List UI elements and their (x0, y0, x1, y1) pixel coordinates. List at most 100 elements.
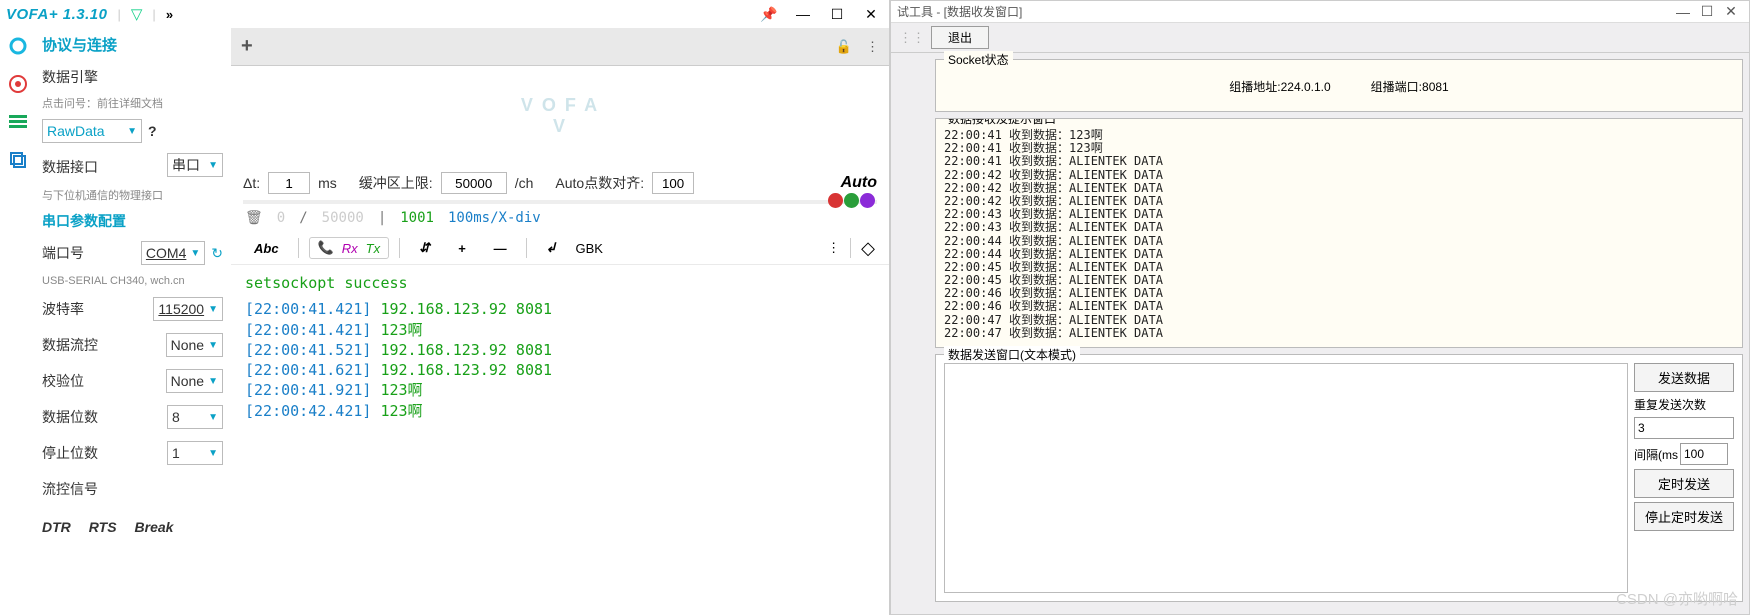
wrap-icon[interactable]: ↲ (537, 236, 566, 260)
marker-red-icon[interactable] (828, 193, 843, 208)
baud-select[interactable]: 115200▼ (153, 297, 223, 321)
buf-input[interactable] (441, 172, 507, 194)
baud-label: 波特率 (42, 299, 84, 319)
port-select[interactable]: COM4 ▼ (141, 241, 205, 265)
iface-select[interactable]: 串口 ▼ (167, 153, 223, 177)
parity-value: None (171, 373, 204, 389)
baud-value: 115200 (158, 301, 204, 317)
lineheight-icon[interactable]: ⇵ (410, 236, 439, 260)
close-button[interactable]: ✕ (1719, 3, 1743, 20)
dt-unit: ms (318, 175, 337, 191)
rail-record-icon[interactable] (8, 74, 28, 94)
lock-icon[interactable]: 🔓 (836, 39, 852, 55)
dt-input[interactable] (268, 172, 310, 194)
menu-icon[interactable]: ⋮ (866, 39, 879, 55)
port-value: COM4 (146, 245, 186, 261)
more-icon[interactable]: » (166, 7, 170, 22)
vofa-logo: V O F A V (521, 95, 599, 137)
track-bar[interactable] (243, 200, 877, 204)
logo-area: V O F A V (231, 66, 889, 166)
rx-tx-group: 📞 Rx Tx (309, 237, 390, 259)
signal-label: 流控信号 (42, 479, 223, 499)
send-box: 数据发送窗口(文本模式) 发送数据 重复发送次数 间隔(ms 定时发送 停止定时… (935, 354, 1743, 602)
marker-purple-icon[interactable] (860, 193, 875, 208)
socket-margin (897, 59, 929, 608)
stopbits-value: 1 (172, 445, 180, 461)
rts-toggle[interactable]: RTS (89, 519, 117, 535)
rail-list-icon[interactable] (8, 112, 28, 132)
engine-select[interactable]: RawData ▼ (42, 119, 142, 143)
vofa-app: VOFA+ 1.3.10 | ▽ | » 📌 — ☐ ✕ 协议与连接 数据引擎 … (0, 0, 890, 615)
chart-controls: Δt: ms 缓冲区上限: /ch Auto点数对齐: Auto (231, 166, 889, 200)
toolbar-divider: ⋮⋮ (899, 30, 925, 46)
minimize-button[interactable]: — (791, 6, 815, 22)
multicast-port: 组播端口:8081 (1371, 78, 1449, 95)
break-toggle[interactable]: Break (135, 519, 174, 535)
trash-icon[interactable]: 🗑 (245, 210, 263, 226)
eraser-icon[interactable]: ◇ (861, 238, 875, 259)
tx-toggle[interactable]: Tx (366, 241, 380, 256)
chevron-down-icon: ▼ (208, 160, 218, 171)
send-panel: 发送数据 重复发送次数 间隔(ms 定时发送 停止定时发送 (1634, 363, 1734, 593)
help-button[interactable]: ? (148, 123, 157, 139)
repeat-input[interactable] (1634, 417, 1734, 439)
socket-app: 试工具 - [数据收发窗口] — ☐ ✕ ⋮⋮ 退出 Socket状态 组播地址… (890, 0, 1750, 615)
flow-select[interactable]: None▼ (166, 333, 223, 357)
dtr-toggle[interactable]: DTR (42, 519, 71, 535)
status-max: 50000 (322, 210, 364, 226)
maximize-button[interactable]: ☐ (1695, 3, 1719, 20)
status-slash: / (299, 210, 307, 226)
phone-icon[interactable]: 📞 (318, 240, 334, 256)
divider (399, 238, 400, 258)
encoding-label[interactable]: GBK (576, 241, 603, 256)
socket-titlebar: 试工具 - [数据收发窗口] — ☐ ✕ (891, 1, 1749, 23)
shield-icon: ▽ (131, 5, 143, 23)
marker-green-icon[interactable] (844, 193, 859, 208)
status-row: 🗑 0 / 50000 | 1001 100ms/X-div (231, 204, 889, 232)
iface-hint: 与下位机通信的物理接口 (42, 187, 223, 203)
pin-icon[interactable]: 📌 (757, 6, 781, 23)
main-area: + 🔓 ⋮ V O F A V Δt: ms 缓冲区上限: /ch Auto点数… (231, 28, 889, 615)
interval-label: 间隔(ms (1634, 446, 1678, 463)
rx-toggle[interactable]: Rx (342, 241, 358, 256)
dt-label: Δt: (243, 175, 260, 191)
databits-value: 8 (172, 409, 180, 425)
divider (850, 238, 851, 258)
minus-button[interactable]: — (485, 237, 516, 260)
send-textarea[interactable] (944, 363, 1628, 593)
watermark: CSDN @亦哟啊哈 (1616, 588, 1738, 609)
chevron-down-icon: ▼ (190, 248, 200, 259)
terminal-output: setsockopt success [22:00:41.421] 192.16… (231, 265, 889, 429)
plus-button[interactable]: + (449, 237, 475, 260)
status-count: 1001 (400, 210, 434, 226)
divider: | (117, 7, 120, 22)
parity-select[interactable]: None▼ (166, 369, 223, 393)
maximize-button[interactable]: ☐ (825, 6, 849, 23)
rail-circle-icon[interactable] (8, 36, 28, 56)
close-button[interactable]: ✕ (859, 6, 883, 23)
multicast-addr: 组播地址:224.0.1.0 (1229, 78, 1330, 95)
send-button[interactable]: 发送数据 (1634, 363, 1734, 392)
abc-button[interactable]: Abc (245, 237, 288, 260)
parity-label: 校验位 (42, 371, 84, 391)
refresh-icon[interactable]: ↻ (211, 245, 223, 262)
auto-input[interactable] (652, 172, 694, 194)
exit-button[interactable]: 退出 (931, 26, 989, 49)
auto-button[interactable]: Auto (841, 174, 877, 192)
timer-stop-button[interactable]: 停止定时发送 (1634, 502, 1734, 531)
recv-box: 数据接收及提示窗口 22:00:41 收到数据：123啊22:00:41 收到数… (935, 118, 1743, 348)
recv-line: 22:00:47 收到数据：ALIENTEK DATA (944, 314, 1734, 327)
minimize-button[interactable]: — (1671, 4, 1695, 20)
databits-select[interactable]: 8▼ (167, 405, 223, 429)
menu-icon[interactable]: ⋮ (827, 240, 840, 256)
recv-line: 22:00:47 收到数据：ALIENTEK DATA (944, 327, 1734, 340)
rail-copy-icon[interactable] (8, 150, 28, 170)
timer-start-button[interactable]: 定时发送 (1634, 469, 1734, 498)
interval-input[interactable] (1680, 443, 1728, 465)
socket-toolbar: ⋮⋮ 退出 (891, 23, 1749, 53)
new-tab-button[interactable]: + (241, 35, 253, 58)
repeat-label: 重复发送次数 (1634, 396, 1734, 413)
terminal-header: setsockopt success (245, 273, 875, 293)
stopbits-select[interactable]: 1▼ (167, 441, 223, 465)
socket-status-legend: Socket状态 (944, 51, 1013, 68)
